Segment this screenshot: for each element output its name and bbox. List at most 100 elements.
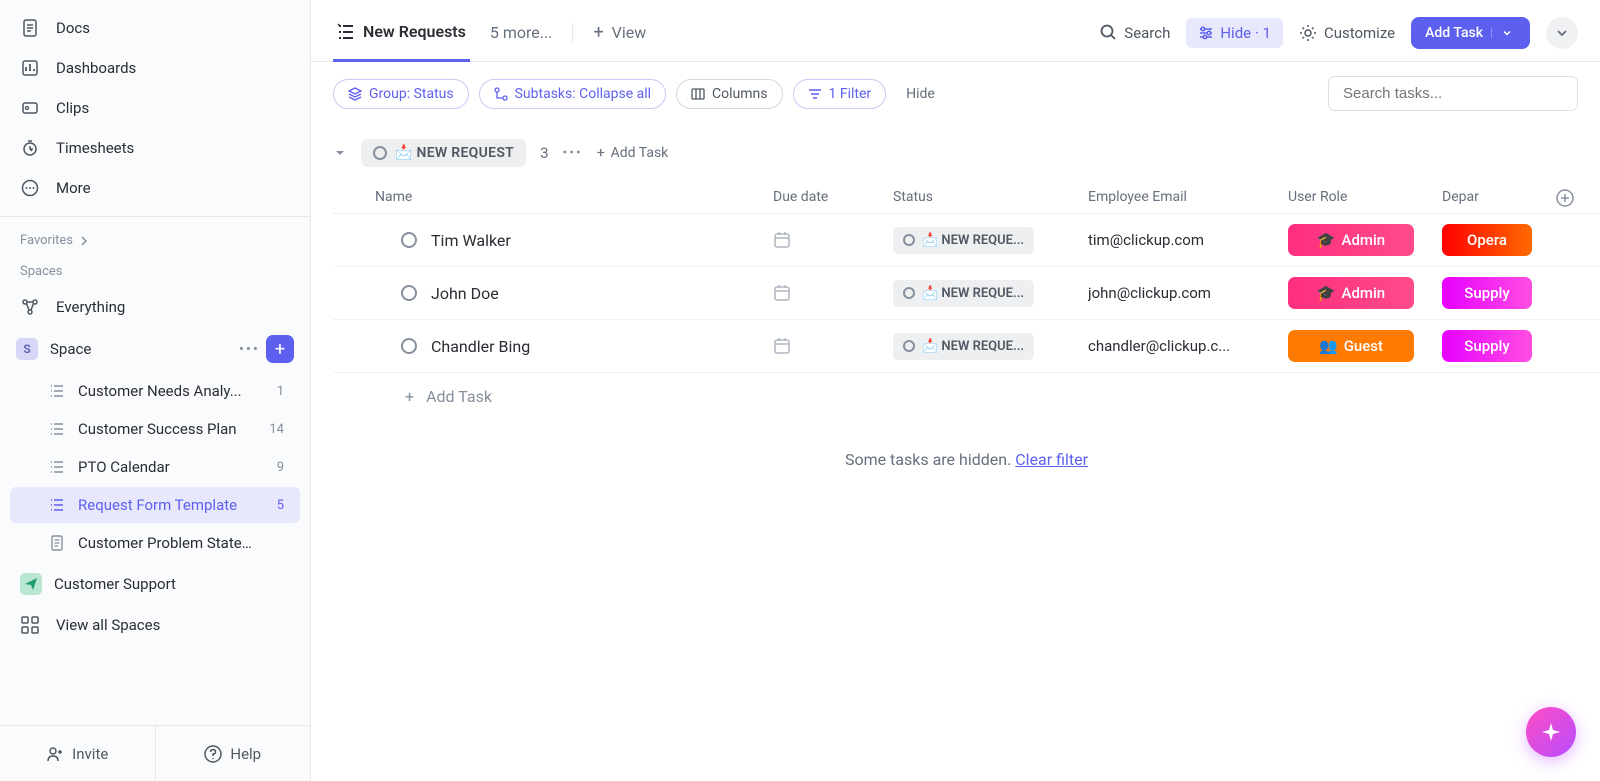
layers-icon [348, 87, 362, 101]
column-department[interactable]: Depar [1430, 189, 1550, 207]
sidebar-nav-timesheets[interactable]: Timesheets [0, 128, 310, 168]
sidebar: DocsDashboardsClipsTimesheetsMore Favori… [0, 0, 311, 781]
role-cell[interactable]: 🎓Admin [1288, 277, 1430, 309]
sidebar-list-item[interactable]: Customer Needs Analy...1 [10, 373, 300, 409]
clear-filter-link[interactable]: Clear filter [1015, 450, 1088, 469]
ai-fab-button[interactable] [1526, 707, 1576, 757]
sidebar-nav-docs[interactable]: Docs [0, 8, 310, 48]
hidden-tasks-message: Some tasks are hidden. Clear filter [333, 420, 1600, 499]
status-circle-icon[interactable] [401, 232, 417, 248]
role-cell[interactable]: 🎓Admin [1288, 224, 1430, 256]
email-cell[interactable]: john@clickup.com [1088, 284, 1288, 302]
topbar: New Requests 5 more... + View Search Hid… [311, 0, 1600, 62]
column-name[interactable]: Name [333, 189, 773, 207]
task-name-cell[interactable]: John Doe [333, 284, 773, 303]
table-header: Name Due date Status Employee Email User… [333, 183, 1600, 214]
add-task-row[interactable]: + Add Task [333, 373, 1600, 420]
columns-pill[interactable]: Columns [676, 79, 782, 109]
column-due[interactable]: Due date [773, 189, 893, 207]
plus-icon: + [593, 22, 603, 43]
spaces-section: Spaces [0, 256, 310, 287]
task-name-cell[interactable]: Tim Walker [333, 231, 773, 250]
department-cell[interactable]: Opera [1430, 224, 1550, 256]
email-cell[interactable]: chandler@clickup.c... [1088, 337, 1288, 355]
tab-more[interactable]: 5 more... [486, 13, 557, 60]
status-circle-icon [373, 146, 387, 160]
clip-icon [20, 98, 40, 118]
help-button[interactable]: Help [156, 726, 311, 781]
list-pinned-icon [337, 23, 355, 41]
status-cell[interactable]: 📩 NEW REQUE... [893, 333, 1088, 360]
search-button[interactable]: Search [1100, 24, 1170, 42]
due-date-cell[interactable] [773, 284, 893, 302]
hide-button[interactable]: Hide [906, 86, 935, 102]
group-pill[interactable]: Group: Status [333, 79, 469, 109]
status-circle-icon [903, 234, 915, 246]
list-icon [48, 420, 66, 438]
sidebar-view-all-spaces[interactable]: View all Spaces [0, 605, 310, 645]
search-tasks-input[interactable] [1328, 76, 1578, 111]
sidebar-everything[interactable]: Everything [0, 287, 310, 327]
due-date-cell[interactable] [773, 337, 893, 355]
due-date-cell[interactable] [773, 231, 893, 249]
favorites-section[interactable]: Favorites [0, 225, 310, 256]
sidebar-nav-more[interactable]: More [0, 168, 310, 208]
subtask-icon [494, 87, 508, 101]
add-space-button[interactable]: + [266, 335, 294, 363]
sidebar-list-item[interactable]: Request Form Template5 [10, 487, 300, 523]
column-email[interactable]: Employee Email [1088, 189, 1288, 207]
chevron-down-icon[interactable] [1491, 28, 1516, 38]
task-table: Name Due date Status Employee Email User… [333, 183, 1600, 420]
doc-icon [48, 534, 66, 552]
tab-new-requests[interactable]: New Requests [333, 12, 470, 62]
sidebar-nav-dashboards[interactable]: Dashboards [0, 48, 310, 88]
gear-icon [1299, 24, 1317, 42]
task-name-cell[interactable]: Chandler Bing [333, 337, 773, 356]
sidebar-nav-clips[interactable]: Clips [0, 88, 310, 128]
column-status[interactable]: Status [893, 189, 1088, 207]
filter-pill[interactable]: 1 Filter [793, 79, 887, 109]
list-icon [48, 382, 66, 400]
role-cell[interactable]: 👥Guest [1288, 330, 1430, 362]
more-menu-button[interactable] [1546, 17, 1578, 49]
status-circle-icon[interactable] [401, 285, 417, 301]
add-column-button[interactable] [1550, 189, 1580, 207]
chevron-right-icon [79, 236, 89, 246]
group-more-button[interactable]: ••• [563, 145, 583, 161]
sidebar-list-item[interactable]: Customer Success Plan14 [10, 411, 300, 447]
department-cell[interactable]: Supply [1430, 330, 1550, 362]
main-content: New Requests 5 more... + View Search Hid… [311, 0, 1600, 781]
department-cell[interactable]: Supply [1430, 277, 1550, 309]
sidebar-customer-support[interactable]: Customer Support [0, 563, 310, 605]
table-row[interactable]: John Doe 📩 NEW REQUE...john@clickup.com🎓A… [333, 267, 1600, 320]
hide-chip[interactable]: Hide · 1 [1186, 18, 1283, 48]
more-icon [20, 178, 40, 198]
status-circle-icon [903, 287, 915, 299]
email-cell[interactable]: tim@clickup.com [1088, 231, 1288, 249]
doc-icon [20, 18, 40, 38]
person-add-icon [46, 745, 64, 763]
table-row[interactable]: Chandler Bing 📩 NEW REQUE...chandler@clic… [333, 320, 1600, 373]
status-cell[interactable]: 📩 NEW REQUE... [893, 227, 1088, 254]
collapse-group-button[interactable] [333, 146, 347, 160]
add-task-button[interactable]: Add Task [1411, 17, 1530, 49]
status-circle-icon [903, 340, 915, 352]
sidebar-list-item[interactable]: Customer Problem Statem... [10, 525, 300, 561]
sidebar-space[interactable]: S Space ••• + [0, 327, 310, 371]
column-role[interactable]: User Role [1288, 189, 1430, 207]
dashboard-icon [20, 58, 40, 78]
more-icon[interactable]: ••• [239, 340, 260, 358]
invite-button[interactable]: Invite [0, 726, 156, 781]
group-add-task-button[interactable]: + Add Task [597, 145, 669, 161]
subtasks-pill[interactable]: Subtasks: Collapse all [479, 79, 666, 109]
sidebar-list-item[interactable]: PTO Calendar9 [10, 449, 300, 485]
customize-button[interactable]: Customize [1299, 24, 1395, 42]
status-circle-icon[interactable] [401, 338, 417, 354]
status-cell[interactable]: 📩 NEW REQUE... [893, 280, 1088, 307]
group-status-badge[interactable]: 📩 NEW REQUEST [361, 139, 526, 167]
table-row[interactable]: Tim Walker 📩 NEW REQUE...tim@clickup.com🎓… [333, 214, 1600, 267]
sliders-icon [1198, 25, 1214, 41]
plus-circle-icon [1556, 189, 1574, 207]
space-badge: S [16, 338, 38, 360]
add-view-button[interactable]: + View [589, 12, 650, 61]
